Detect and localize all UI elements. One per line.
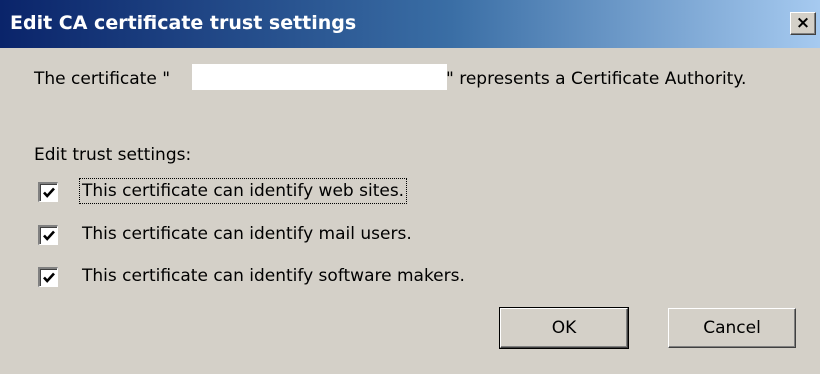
web-sites-checkbox[interactable]	[38, 182, 58, 202]
mail-users-checkbox[interactable]	[38, 225, 58, 245]
close-icon: ×	[795, 13, 811, 33]
dialog-title: Edit CA certificate trust settings	[10, 12, 357, 34]
certificate-message-prefix: The certificate "	[34, 69, 171, 89]
checkmark-icon	[43, 187, 55, 198]
ok-button[interactable]: OK	[499, 307, 629, 349]
dialog-window: Edit CA certificate trust settings × The…	[0, 0, 820, 374]
close-button[interactable]: ×	[790, 12, 816, 35]
certificate-message-suffix: " represents a Certificate Authority.	[446, 69, 747, 89]
software-makers-label[interactable]: This certificate can identify software m…	[80, 264, 467, 288]
software-makers-checkbox[interactable]	[38, 267, 58, 287]
cancel-button[interactable]: Cancel	[668, 308, 796, 348]
certificate-name-redacted	[192, 64, 447, 90]
trust-settings-label: Edit trust settings:	[34, 145, 192, 165]
checkmark-icon	[43, 230, 55, 241]
web-sites-label[interactable]: This certificate can identify web sites.	[78, 178, 408, 204]
title-bar[interactable]: Edit CA certificate trust settings ×	[0, 0, 820, 48]
checkmark-icon	[43, 272, 55, 283]
mail-users-label[interactable]: This certificate can identify mail users…	[80, 222, 414, 246]
